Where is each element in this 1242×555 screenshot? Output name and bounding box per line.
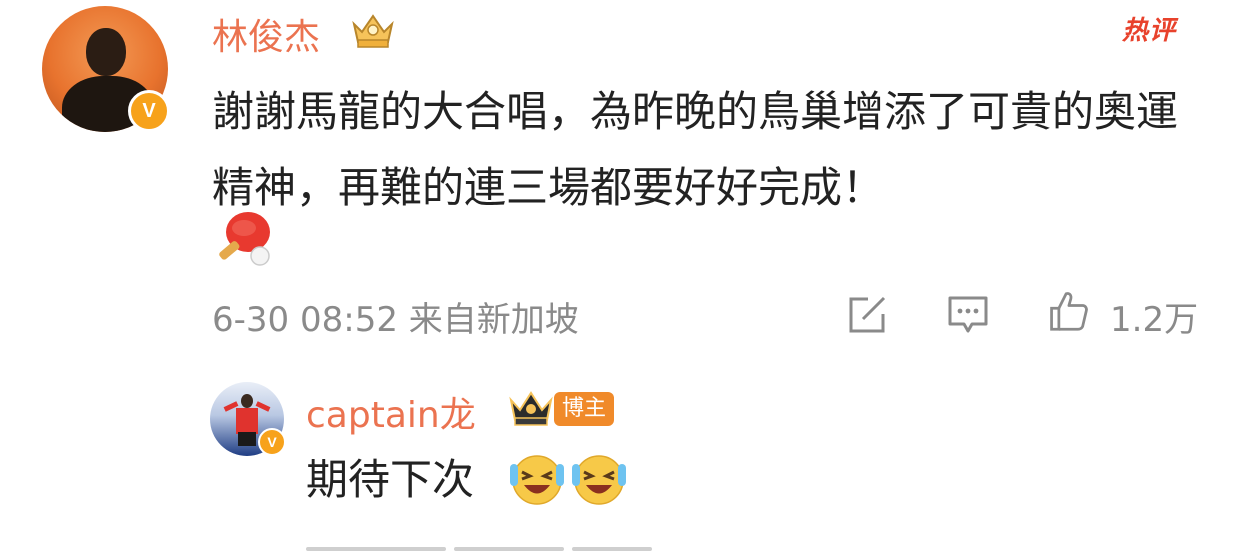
crown-level-icon (352, 14, 394, 48)
like-count: 1.2万 (1110, 300, 1199, 340)
comment-source: 来自新加坡 (408, 300, 579, 340)
like-icon[interactable] (1046, 290, 1090, 332)
comment-meta: 6-30 08:52 来自新加坡 (212, 292, 579, 341)
next-row-cutoff (306, 536, 1242, 551)
reply-text: 期待下次 (306, 455, 475, 504)
laugh-cry-emoji (572, 455, 626, 505)
reply-author-name[interactable]: captain龙 (306, 386, 476, 438)
verified-badge: V (128, 90, 170, 132)
crown-level-icon (509, 391, 553, 426)
repost-icon[interactable] (846, 294, 890, 336)
comment-author-name[interactable]: 林俊杰 (212, 8, 320, 60)
laugh-cry-emoji (510, 455, 564, 505)
ping-pong-emoji (219, 212, 270, 266)
comment-icon[interactable] (946, 294, 990, 336)
comment-text: 謝謝馬龍的大合唱，為昨晚的鳥巢增添了可貴的奧運精神，再難的連三場都要好好完成！ (212, 87, 1179, 212)
hot-comment-icon: 热评 (1122, 16, 1177, 46)
comment-date: 6-30 08:52 (212, 300, 398, 340)
blogger-tag: 博主 (554, 392, 615, 426)
verified-badge: V (258, 428, 286, 456)
